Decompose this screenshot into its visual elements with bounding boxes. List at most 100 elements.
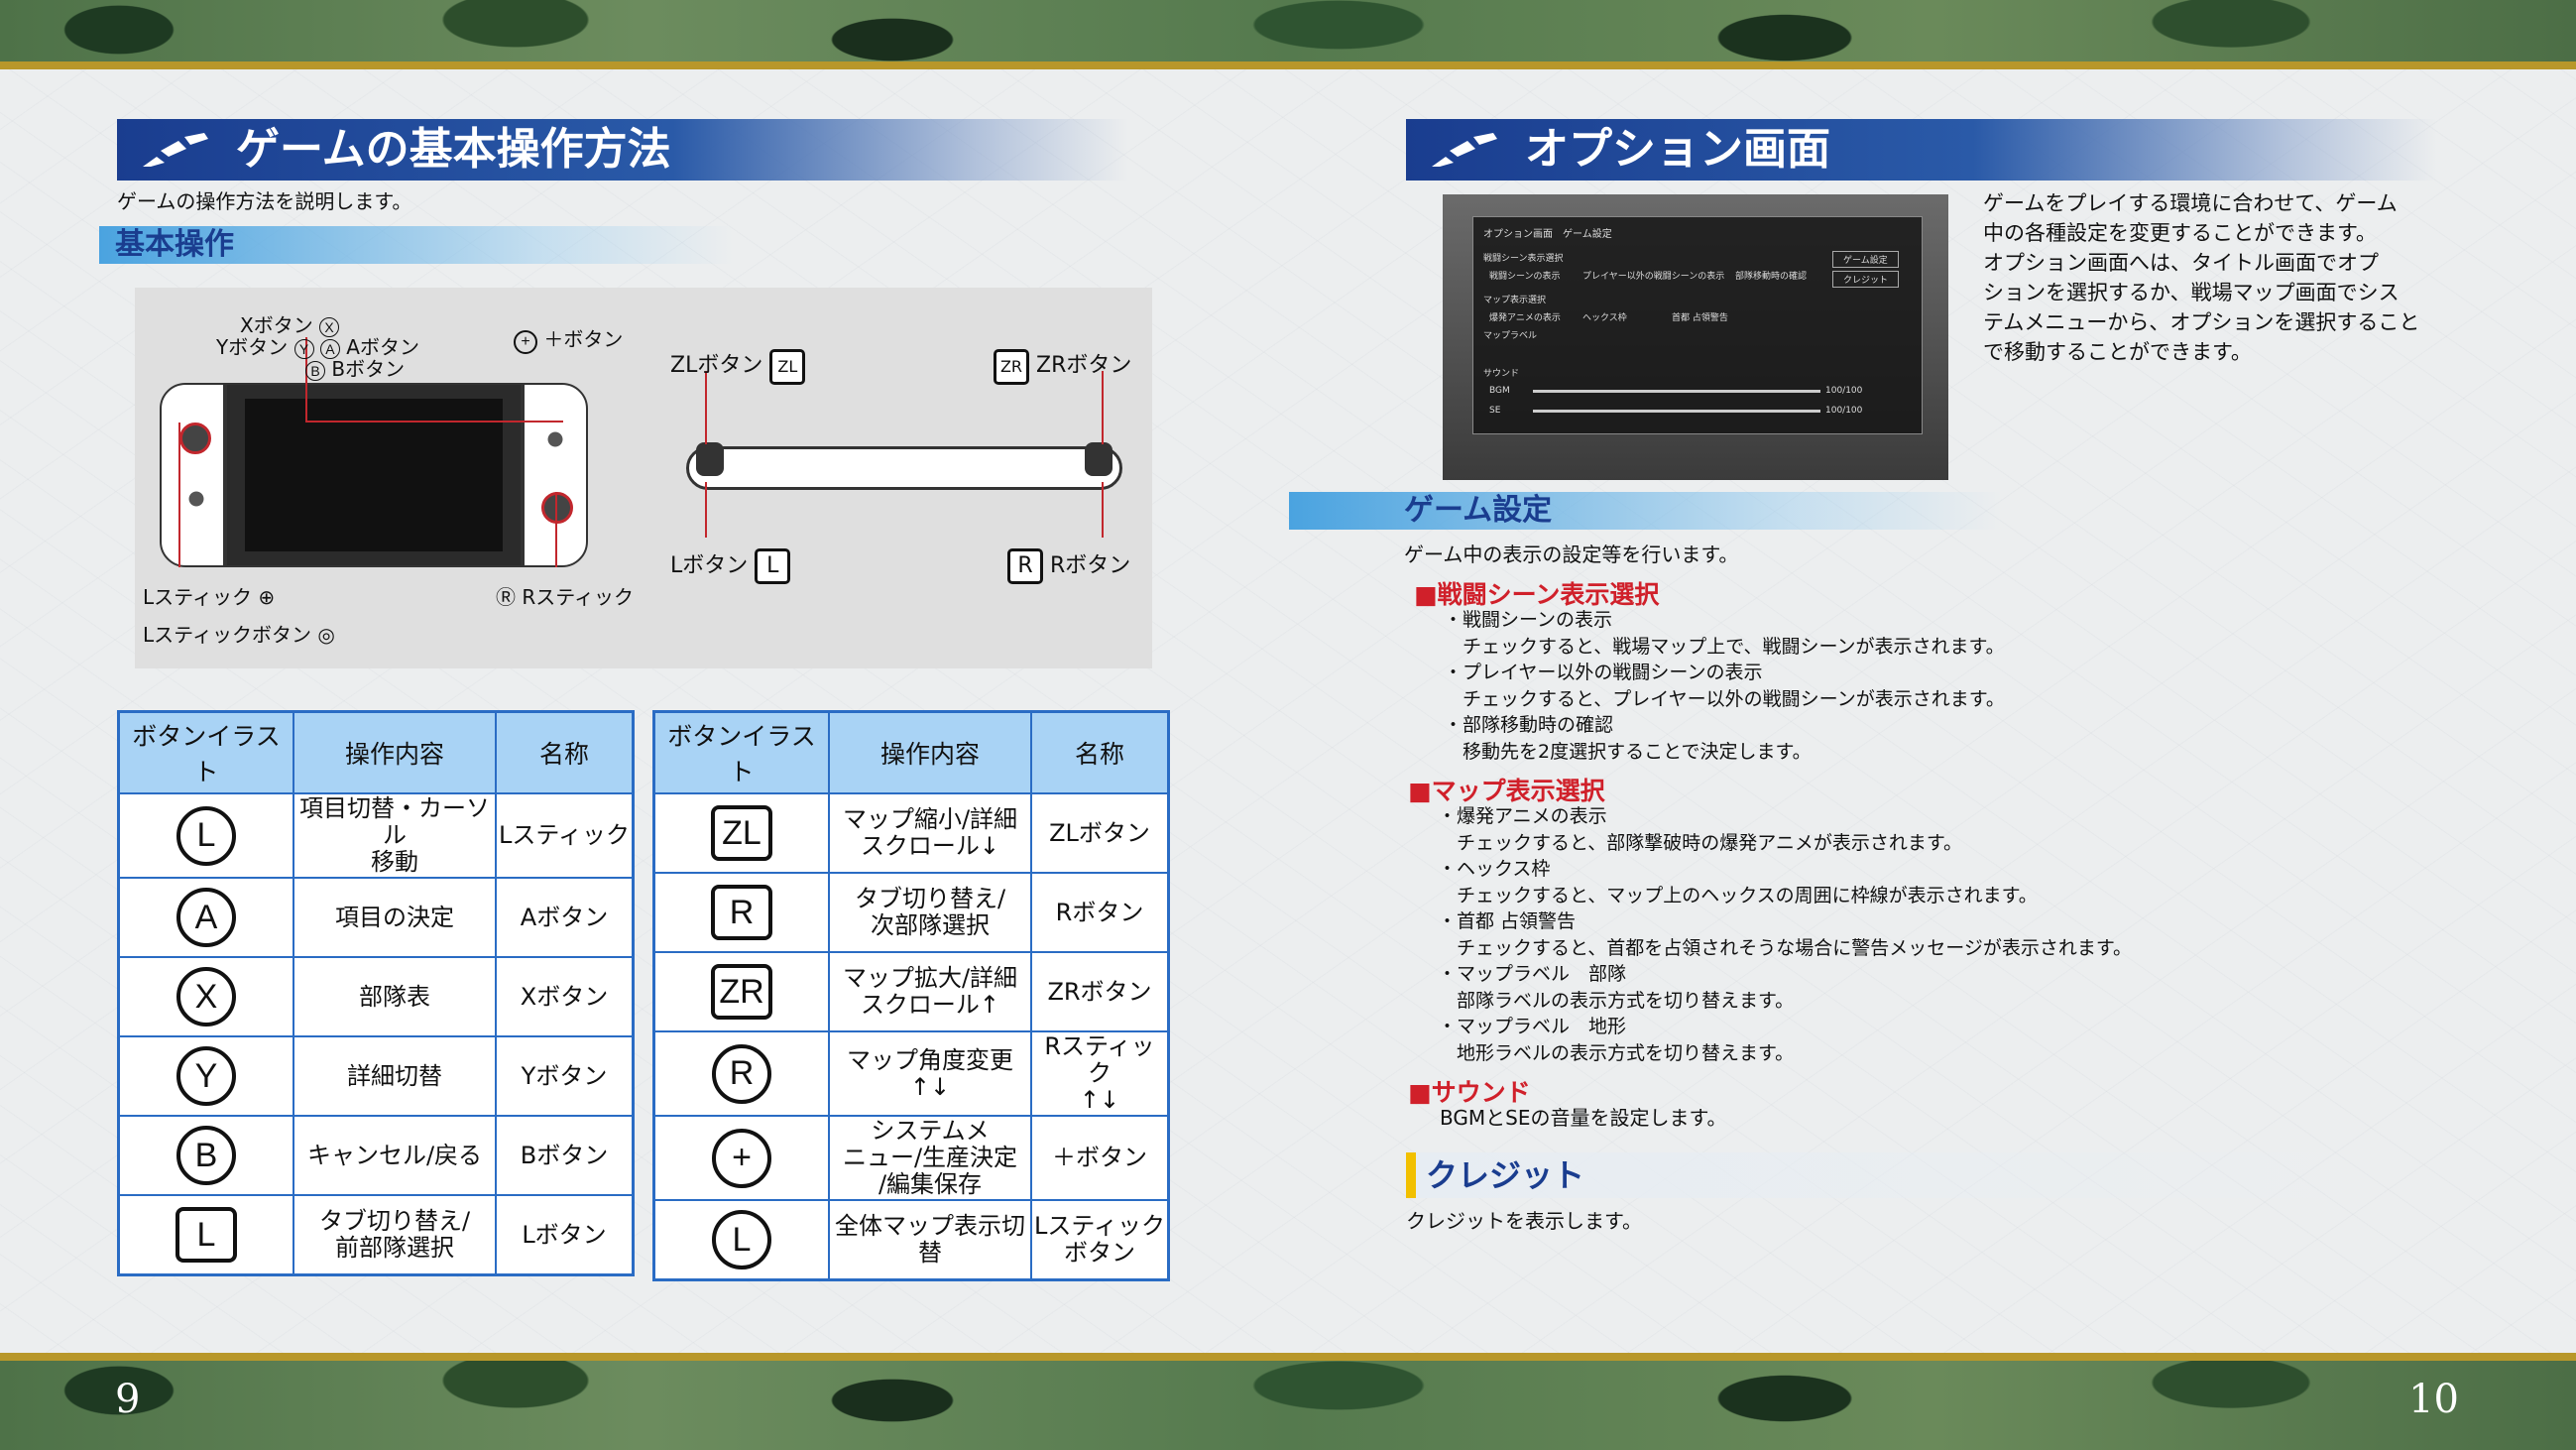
button-y-icon: Y bbox=[176, 1046, 236, 1106]
table-row: L タブ切り替え/ 前部隊選択 Lボタン bbox=[117, 1194, 635, 1276]
button-illustration-cell: ZR bbox=[652, 951, 830, 1032]
button-l-icon: L bbox=[176, 1207, 237, 1263]
heading-sound: ■サウンド bbox=[1408, 1078, 1531, 1107]
button-illustration-cell: R bbox=[652, 872, 830, 953]
table-row: R マップ角度変更 ↑↓ Rスティック ↑↓ bbox=[652, 1030, 1170, 1117]
header-illustration: ボタンイラスト bbox=[117, 710, 294, 794]
shot-se-val: 100/100 bbox=[1825, 406, 1863, 416]
button-plus-icon: + bbox=[712, 1128, 771, 1188]
l-stick-icon: ⊕ bbox=[258, 585, 276, 609]
table-row: R タブ切り替え/ 次部隊選択 Rボタン bbox=[652, 872, 1170, 953]
controls-table-2: ボタンイラスト 操作内容 名称 ZL マップ縮小/詳細 スクロール↓ ZLボタン R タ… bbox=[652, 710, 1170, 1281]
table-row: ZR マップ拡大/詳細 スクロール↑ ZRボタン bbox=[652, 951, 1170, 1032]
name-cell: Lボタン bbox=[495, 1194, 635, 1276]
shot-bgm: BGM bbox=[1489, 386, 1510, 396]
l-stick-button-label: Lスティックボタン bbox=[143, 623, 311, 647]
shot-bgm-val: 100/100 bbox=[1825, 386, 1863, 396]
page-title: ゲームの基本操作方法 bbox=[236, 124, 671, 175]
button-illustration-cell: Y bbox=[117, 1035, 294, 1117]
shot-header: オプション画面 ゲーム設定 bbox=[1483, 229, 1612, 240]
zl-button-label: ZLボタン bbox=[670, 353, 763, 378]
button-l-icon: L bbox=[712, 1210, 771, 1269]
l-stick-label: Lスティック bbox=[143, 585, 252, 609]
name-cell: ＋ボタン bbox=[1030, 1115, 1170, 1201]
page-number-left: 9 bbox=[115, 1377, 141, 1422]
r-button-label: Rボタン bbox=[1050, 553, 1131, 578]
table-row: A 項目の決定 Aボタン bbox=[117, 877, 635, 958]
name-cell: Lスティック bbox=[495, 792, 635, 879]
button-illustration-cell: + bbox=[652, 1115, 830, 1201]
button-illustration-cell: ZL bbox=[652, 792, 830, 874]
option-screen-screenshot: オプション画面 ゲーム設定 戦闘シーン表示選択 戦闘シーンの表示 プレイヤー以外… bbox=[1443, 194, 1948, 480]
button-zr-icon: ZR bbox=[711, 964, 772, 1020]
action-cell: 部隊表 bbox=[293, 956, 497, 1037]
controller-diagram: Xボタン X Yボタン Y A Aボタン B Bボタン + ＋ボタン Lスティッ… bbox=[135, 288, 1152, 668]
button-illustration-cell: A bbox=[117, 877, 294, 958]
l-button-label: Lボタン bbox=[670, 553, 749, 578]
game-settings-intro: ゲーム中の表示の設定等を行います。 bbox=[1404, 543, 1739, 566]
shot-map: マップ表示選択 bbox=[1483, 296, 1547, 305]
l-stick-press-icon: ◎ bbox=[317, 623, 335, 647]
shot-btn-credit: クレジット bbox=[1832, 271, 1900, 288]
banner-deco-icon bbox=[143, 133, 208, 167]
b-glyph-icon: B bbox=[305, 361, 325, 381]
banner-deco-icon bbox=[1432, 133, 1497, 167]
name-cell: Yボタン bbox=[495, 1035, 635, 1117]
shot-label: マップラベル bbox=[1483, 331, 1538, 341]
action-cell: マップ角度変更 ↑↓ bbox=[828, 1030, 1032, 1117]
left-title-banner: ゲームの基本操作方法 bbox=[117, 119, 1128, 181]
shot-se: SE bbox=[1489, 406, 1501, 416]
name-cell: Lスティック ボタン bbox=[1030, 1199, 1170, 1281]
b-button-label: Bボタン bbox=[331, 357, 406, 381]
header-illustration: ボタンイラスト bbox=[652, 710, 830, 794]
name-cell: ZRボタン bbox=[1030, 951, 1170, 1032]
r-glyph-icon: R bbox=[1007, 547, 1043, 584]
header-name: 名称 bbox=[1030, 710, 1170, 794]
map-text: ・爆発アニメの表示 チェックすると、部隊撃破時の爆発アニメが表示されます。 ・ヘ… bbox=[1438, 805, 2132, 1064]
battle-text: ・戦闘シーンの表示 チェックすると、戦場マップ上で、戦闘シーンが表示されます。 … bbox=[1444, 609, 2005, 763]
action-cell: キャンセル/戻る bbox=[293, 1115, 497, 1196]
camo-border-bottom bbox=[0, 1353, 2576, 1450]
switch-console bbox=[160, 383, 588, 567]
switch-top-view bbox=[686, 446, 1122, 490]
action-cell: システムメ ニュー/生産決定 /編集保存 bbox=[828, 1115, 1032, 1201]
name-cell: ZLボタン bbox=[1030, 792, 1170, 874]
button-b-icon: B bbox=[176, 1126, 236, 1185]
shot-opt6: 首都 占領警告 bbox=[1672, 313, 1728, 323]
controls-table-1: ボタンイラスト 操作内容 名称 L 項目切替・カーソル 移動 Lスティック A 項目の決… bbox=[117, 710, 635, 1276]
header-action: 操作内容 bbox=[828, 710, 1032, 794]
button-illustration-cell: R bbox=[652, 1030, 830, 1117]
button-illustration-cell: B bbox=[117, 1115, 294, 1196]
y-button-label: Yボタン bbox=[216, 335, 289, 359]
name-cell: Bボタン bbox=[495, 1115, 635, 1196]
right-title-banner: オプション画面 bbox=[1406, 119, 2437, 181]
l-glyph-icon: L bbox=[755, 547, 791, 584]
table-row: L 全体マップ表示切替 Lスティック ボタン bbox=[652, 1199, 1170, 1281]
heading-battle: ■戦闘シーン表示選択 bbox=[1414, 580, 1660, 609]
section-basic: 基本操作 bbox=[99, 226, 734, 264]
button-x-icon: X bbox=[176, 967, 236, 1027]
name-cell: Aボタン bbox=[495, 877, 635, 958]
left-intro: ゲームの操作方法を説明します。 bbox=[117, 189, 412, 213]
camo-border-top bbox=[0, 0, 2576, 69]
shot-opt3: 部隊移動時の確認 bbox=[1735, 272, 1808, 282]
button-l-icon: L bbox=[176, 805, 236, 866]
shot-opt2: プレイヤー以外の戦闘シーンの表示 bbox=[1582, 272, 1725, 282]
plus-glyph-icon: + bbox=[514, 330, 537, 354]
button-zl-icon: ZL bbox=[711, 805, 772, 861]
action-cell: マップ拡大/詳細 スクロール↑ bbox=[828, 951, 1032, 1032]
name-cell: Xボタン bbox=[495, 956, 635, 1037]
table-row: L 項目切替・カーソル 移動 Lスティック bbox=[117, 792, 635, 879]
button-illustration-cell: L bbox=[652, 1199, 830, 1281]
action-cell: タブ切り替え/ 次部隊選択 bbox=[828, 872, 1032, 953]
shot-btn-game: ゲーム設定 bbox=[1832, 251, 1899, 268]
option-description: ゲームをプレイする環境に合わせて、ゲーム 中の各種設定を変更することができます。… bbox=[1983, 191, 2420, 364]
page-title-right: オプション画面 bbox=[1525, 124, 1830, 175]
heading-map: ■マップ表示選択 bbox=[1408, 777, 1605, 805]
button-r-icon: R bbox=[711, 885, 772, 940]
zr-button-label: ZRボタン bbox=[1036, 353, 1132, 378]
shot-opt5: ヘックス枠 bbox=[1582, 313, 1627, 323]
table-row: Y 詳細切替 Yボタン bbox=[117, 1035, 635, 1117]
action-cell: 項目切替・カーソル 移動 bbox=[293, 792, 497, 879]
header-action: 操作内容 bbox=[293, 710, 497, 794]
